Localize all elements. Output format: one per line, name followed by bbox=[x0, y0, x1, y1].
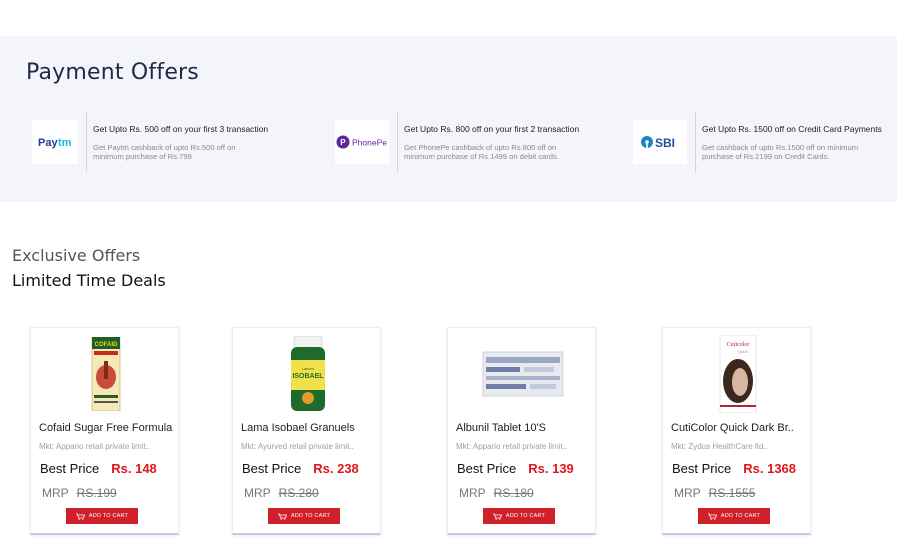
offer-sbi[interactable]: SBI Get Upto Rs. 1500 off on Credit Card… bbox=[627, 110, 892, 174]
offer-paytm[interactable]: Pay tm Get Upto Rs. 500 off on your firs… bbox=[26, 110, 283, 174]
best-price-value: Rs. 1368 bbox=[743, 461, 797, 476]
mrp-value: RS.1555 bbox=[708, 486, 756, 500]
product-card[interactable]: Cuticolor Quick CutiColor Quick Dark Br.… bbox=[662, 327, 811, 535]
product-image[interactable] bbox=[448, 334, 597, 414]
best-price-label: Best Price bbox=[457, 461, 517, 476]
offer-headline: Get Upto Rs. 1500 off on Credit Card Pay… bbox=[702, 123, 882, 134]
product-image[interactable]: COFAID bbox=[31, 334, 180, 414]
cofaid-box-image: COFAID bbox=[91, 337, 120, 411]
svg-text:ISOBAEL: ISOBAEL bbox=[292, 373, 324, 380]
svg-text:Pay: Pay bbox=[38, 137, 58, 149]
best-price-value: Rs. 238 bbox=[313, 461, 359, 476]
product-image[interactable]: Cuticolor Quick bbox=[663, 334, 812, 414]
best-price-label: Best Price bbox=[40, 461, 100, 476]
mrp-label: MRP bbox=[459, 486, 486, 500]
offer-headline: Get Upto Rs. 800 off on your first 2 tra… bbox=[404, 123, 580, 134]
isobael-jar-image: Lama's ISOBAEL bbox=[290, 336, 325, 411]
best-price-value: Rs. 139 bbox=[528, 461, 574, 476]
best-price-value: Rs. 148 bbox=[111, 461, 157, 476]
offer-divider bbox=[695, 112, 696, 172]
offer-divider bbox=[86, 112, 87, 172]
product-name[interactable]: Cofaid Sugar Free Formula bbox=[39, 422, 172, 434]
svg-text:COFAID: COFAID bbox=[94, 342, 117, 348]
best-price-label: Best Price bbox=[672, 461, 732, 476]
add-to-cart-button[interactable]: ADD TO CART bbox=[698, 508, 770, 524]
product-card[interactable]: COFAID Cofaid Sugar Free Formula Mkt: Ap… bbox=[30, 327, 179, 535]
best-price-label: Best Price bbox=[242, 461, 302, 476]
add-to-cart-label: ADD TO CART bbox=[290, 513, 331, 519]
svg-text:Cuticolor: Cuticolor bbox=[726, 342, 749, 348]
offer-divider bbox=[397, 112, 398, 172]
add-to-cart-button[interactable]: ADD TO CART bbox=[268, 508, 340, 524]
mrp-label: MRP bbox=[674, 486, 701, 500]
mrp-value: RS.180 bbox=[493, 486, 534, 500]
product-image[interactable]: Lama's ISOBAEL bbox=[233, 334, 382, 414]
cart-icon bbox=[277, 513, 287, 520]
product-card[interactable]: Albunil Tablet 10'S Mkt: Appario retail … bbox=[447, 327, 596, 535]
offer-description: Get Paytm cashback of upto Rs.500 off on… bbox=[93, 142, 236, 161]
mrp-value: RS.199 bbox=[76, 486, 117, 500]
svg-text:PhonePe: PhonePe bbox=[352, 138, 387, 148]
offer-headline: Get Upto Rs. 500 off on your first 3 tra… bbox=[93, 123, 269, 134]
exclusive-offers-label: Exclusive Offers bbox=[12, 246, 141, 265]
cart-icon bbox=[75, 513, 85, 520]
product-card[interactable]: Lama's ISOBAEL Lama Isobael Granuels Mkt… bbox=[232, 327, 381, 535]
offer-description: Get cashback of upto Rs.1500 off on mini… bbox=[702, 142, 859, 161]
paytm-logo: Pay tm bbox=[32, 120, 78, 164]
payment-offers-title: Payment Offers bbox=[26, 60, 199, 85]
phonepe-logo: P PhonePe bbox=[335, 120, 389, 164]
add-to-cart-label: ADD TO CART bbox=[88, 513, 129, 519]
svg-text:tm: tm bbox=[58, 137, 72, 149]
mrp-value: RS.280 bbox=[278, 486, 319, 500]
sbi-logo: SBI bbox=[633, 120, 687, 164]
add-to-cart-button[interactable]: ADD TO CART bbox=[483, 508, 555, 524]
limited-time-deals-heading: Limited Time Deals bbox=[12, 271, 166, 290]
add-to-cart-label: ADD TO CART bbox=[505, 513, 546, 519]
mrp-label: MRP bbox=[42, 486, 69, 500]
cuticolor-box-image: Cuticolor Quick bbox=[719, 335, 756, 413]
payment-offers-section: Payment Offers Pay tm Get Upto Rs. 500 o… bbox=[0, 36, 897, 202]
product-name[interactable]: Albunil Tablet 10'S bbox=[456, 422, 546, 434]
add-to-cart-button[interactable]: ADD TO CART bbox=[66, 508, 138, 524]
product-name[interactable]: CutiColor Quick Dark Br.. bbox=[671, 422, 794, 434]
product-manufacturer: Mkt: Zydus HealthCare ltd.. bbox=[671, 442, 768, 451]
svg-text:P: P bbox=[340, 138, 346, 147]
mrp-label: MRP bbox=[244, 486, 271, 500]
svg-text:SBI: SBI bbox=[655, 136, 675, 150]
cart-icon bbox=[492, 513, 502, 520]
product-name[interactable]: Lama Isobael Granuels bbox=[241, 422, 355, 434]
tablet-strip-image bbox=[482, 351, 563, 397]
product-manufacturer: Mkt: Ayurved retail private limit.. bbox=[241, 442, 354, 451]
svg-text:Quick: Quick bbox=[737, 349, 749, 354]
offer-description: Get PhonePe cashback of upto Rs.800 off … bbox=[404, 142, 559, 161]
add-to-cart-label: ADD TO CART bbox=[720, 513, 761, 519]
product-manufacturer: Mkt: Appario retail private limit.. bbox=[39, 442, 151, 451]
product-manufacturer: Mkt: Appario retail private limit.. bbox=[456, 442, 568, 451]
cart-icon bbox=[707, 513, 717, 520]
svg-text:Lama's: Lama's bbox=[301, 366, 314, 371]
offer-phonepe[interactable]: P PhonePe Get Upto Rs. 800 off on your f… bbox=[329, 110, 594, 174]
